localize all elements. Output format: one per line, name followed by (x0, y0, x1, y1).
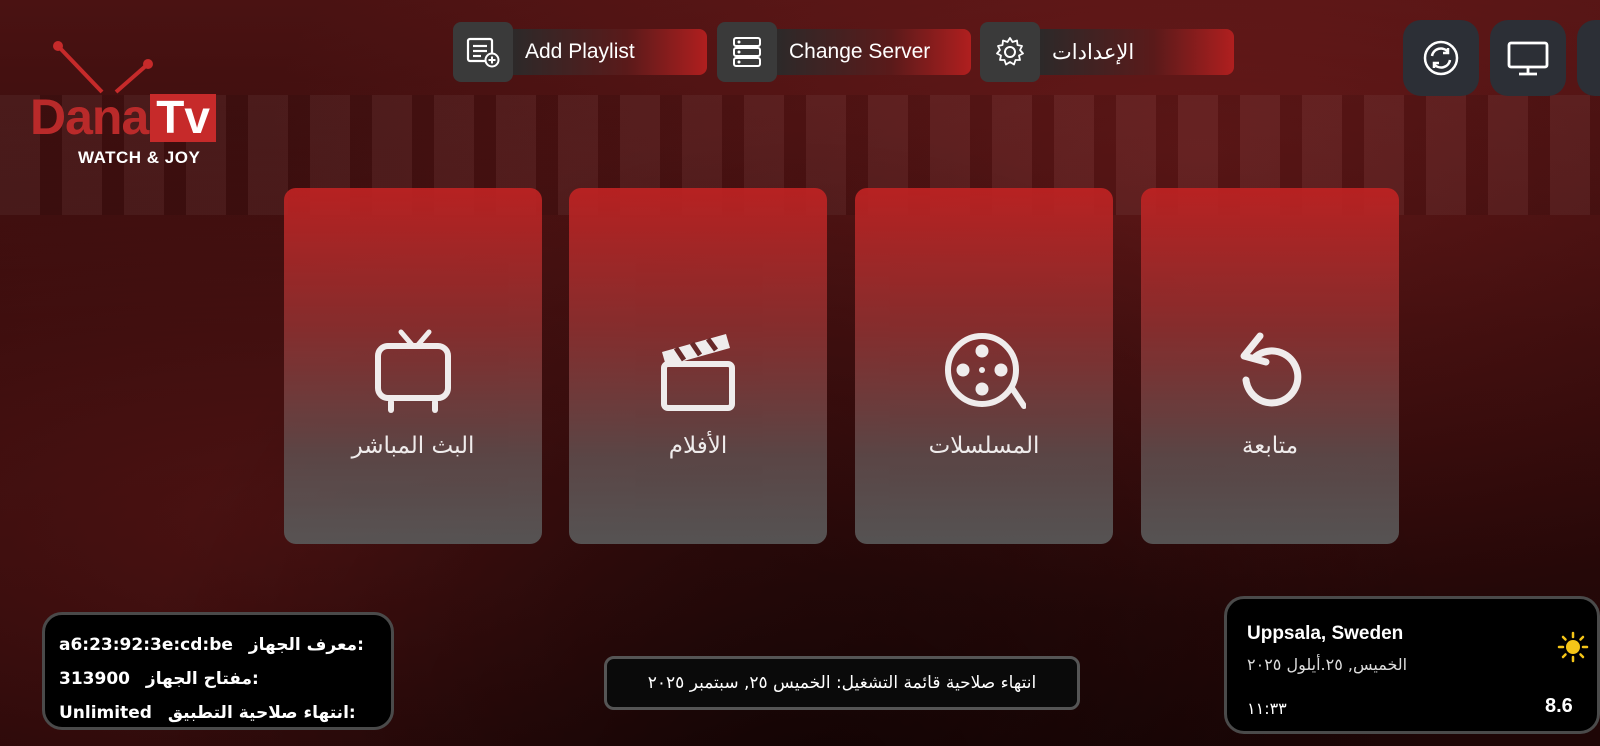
logo-brand-tv: Tv (150, 94, 216, 142)
screen-button[interactable] (1490, 20, 1566, 96)
app-expiry-row: Unlimited انتهاء صلاحية التطبيق: (59, 703, 356, 723)
sync-icon (1423, 40, 1459, 76)
more-button[interactable] (1577, 20, 1600, 96)
device-key-row: 313900 مفتاح الجهاز: (59, 669, 259, 689)
monitor-icon (1507, 41, 1549, 76)
tile-live-tv[interactable]: البث المباشر (284, 188, 542, 544)
device-id-value: a6:23:92:3e:cd:be (59, 635, 233, 655)
tile-series[interactable]: المسلسلات (855, 188, 1113, 544)
replay-icon (1240, 332, 1302, 407)
clapperboard-icon (661, 334, 735, 411)
change-server-label: Change Server (771, 29, 971, 75)
app-logo: Dana Tv WATCH & JOY (30, 40, 280, 170)
tile-movies[interactable]: الأفلام (569, 188, 827, 544)
change-server-button[interactable]: Change Server (717, 22, 971, 82)
logo-tagline: WATCH & JOY (78, 148, 201, 167)
tile-label: المسلسلات (928, 433, 1040, 459)
app-expiry-label: انتهاء صلاحية التطبيق: (167, 703, 356, 723)
weather-time: ١١:٣٣ (1247, 699, 1287, 718)
app-expiry-value: Unlimited (59, 703, 152, 723)
sun-icon (1557, 631, 1589, 663)
tile-label: الأفلام (668, 433, 728, 459)
settings-label: الإعدادات (1034, 29, 1234, 75)
tile-label: البث المباشر (351, 433, 475, 459)
playlist-expiry-banner: انتهاء صلاحية قائمة التشغيل: الخميس ٢٥, … (604, 656, 1080, 710)
logo-brand-main: Dana (30, 89, 149, 145)
weather-date: الخميس, ٢٥.أيلول ٢٠٢٥ (1247, 655, 1408, 674)
device-info-panel: a6:23:92:3e:cd:be معرف الجهاز: 313900 مف… (42, 612, 394, 730)
tile-label: متابعة (1241, 433, 1299, 459)
device-id-row: a6:23:92:3e:cd:be معرف الجهاز: (59, 635, 364, 655)
weather-city: Uppsala, Sweden (1247, 623, 1404, 644)
playlist-expiry-text: انتهاء صلاحية قائمة التشغيل: الخميس ٢٥, … (647, 673, 1037, 693)
device-key-value: 313900 (59, 669, 130, 689)
playlist-add-icon (453, 22, 513, 82)
weather-widget: Uppsala, Sweden الخميس, ٢٥.أيلول ٢٠٢٥ ١١… (1224, 596, 1600, 734)
gear-icon (980, 22, 1040, 82)
settings-button[interactable]: الإعدادات (980, 22, 1234, 82)
device-key-label: مفتاح الجهاز: (145, 669, 259, 689)
film-reel-icon (945, 333, 1026, 409)
server-list-icon (717, 22, 777, 82)
tile-continue-watching[interactable]: متابعة (1141, 188, 1399, 544)
device-id-label: معرف الجهاز: (248, 635, 364, 655)
weather-temperature: 8.6 (1545, 695, 1573, 717)
refresh-button[interactable] (1403, 20, 1479, 96)
tv-icon (375, 329, 451, 413)
add-playlist-button[interactable]: Add Playlist (453, 22, 707, 82)
add-playlist-label: Add Playlist (507, 29, 707, 75)
